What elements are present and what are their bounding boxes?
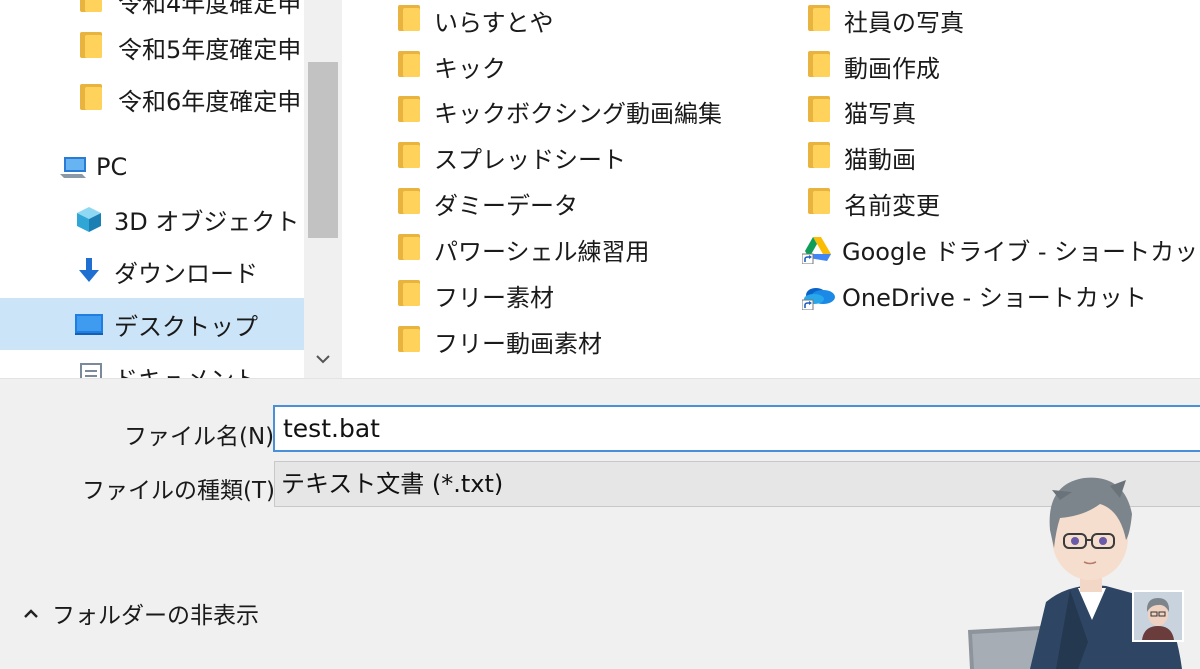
chevron-down-icon bbox=[315, 350, 331, 369]
file-list: いらすとや キック キックボクシング動画編集 スプレッドシート ダミーデータ パ… bbox=[342, 0, 1200, 378]
file-item-label: OneDrive - ショートカット bbox=[842, 283, 1147, 312]
file-item-label: いらすとや bbox=[434, 8, 554, 37]
folder-icon bbox=[394, 142, 424, 172]
pc-icon bbox=[58, 152, 88, 182]
download-icon bbox=[74, 256, 104, 286]
folder-icon bbox=[804, 188, 834, 218]
nav-item-reiwa5[interactable]: 令和5年度確定申 bbox=[0, 24, 304, 70]
file-item-dummy-data[interactable]: ダミーデータ bbox=[394, 183, 578, 223]
file-item-label: 名前変更 bbox=[844, 191, 940, 220]
file-item-label: パワーシェル練習用 bbox=[434, 237, 650, 266]
folder-icon bbox=[76, 0, 106, 16]
folder-icon bbox=[394, 234, 424, 264]
nav-item-3d-objects[interactable]: 3D オブジェクト bbox=[0, 196, 304, 242]
onedrive-shortcut-icon bbox=[801, 280, 835, 311]
file-item-spreadsheet[interactable]: スプレッドシート bbox=[394, 137, 626, 177]
file-item-label: 動画作成 bbox=[844, 54, 940, 83]
filename-label: ファイル名(N): bbox=[124, 424, 282, 450]
document-icon bbox=[78, 362, 104, 378]
file-item-label: ダミーデータ bbox=[434, 191, 578, 220]
folder-icon bbox=[394, 188, 424, 218]
nav-scrollbar-thumb[interactable] bbox=[308, 62, 338, 238]
browse-area: 令和4年度確定申 令和5年度確定申 令和6年度確定申 PC 3D オブジェクト … bbox=[0, 0, 1200, 378]
file-item-label: 社員の写真 bbox=[844, 8, 964, 37]
nav-item-documents[interactable]: ドキュメント bbox=[0, 354, 304, 378]
nav-item-label: 令和6年度確定申 bbox=[118, 87, 302, 116]
file-item-label: フリー動画素材 bbox=[434, 329, 602, 358]
folder-icon bbox=[394, 326, 424, 356]
file-item-powershell[interactable]: パワーシェル練習用 bbox=[394, 229, 650, 269]
3d-objects-icon bbox=[74, 204, 104, 234]
file-item-onedrive-shortcut[interactable]: OneDrive - ショートカット bbox=[801, 275, 1147, 315]
folder-icon bbox=[804, 51, 834, 81]
nav-item-label: 3D オブジェクト bbox=[114, 207, 300, 236]
scroll-down-button[interactable] bbox=[304, 344, 342, 374]
desktop-icon bbox=[74, 309, 104, 339]
file-item-label: スプレッドシート bbox=[434, 145, 626, 174]
navigation-pane: 令和4年度確定申 令和5年度確定申 令和6年度確定申 PC 3D オブジェクト … bbox=[0, 0, 342, 378]
nav-item-pc[interactable]: PC bbox=[0, 144, 304, 190]
file-item-kick[interactable]: キック bbox=[394, 46, 506, 86]
nav-item-reiwa4[interactable]: 令和4年度確定申 bbox=[0, 0, 304, 24]
nav-item-desktop[interactable]: デスクトップ bbox=[0, 298, 304, 350]
file-item-label: キックボクシング動画編集 bbox=[434, 99, 722, 128]
hide-folders-label: フォルダーの非表示 bbox=[52, 603, 259, 629]
nav-item-label: ドキュメント bbox=[114, 360, 258, 379]
file-item-free-material[interactable]: フリー素材 bbox=[394, 275, 554, 315]
folder-icon bbox=[394, 96, 424, 126]
nav-item-label: PC bbox=[96, 153, 128, 181]
nav-item-label: ダウンロード bbox=[114, 259, 258, 288]
filetype-label: ファイルの種類(T): bbox=[82, 478, 283, 504]
folder-icon bbox=[76, 84, 106, 114]
file-item-irasutoya[interactable]: いらすとや bbox=[394, 0, 554, 40]
file-item-staff-photos[interactable]: 社員の写真 bbox=[804, 0, 964, 40]
folder-icon bbox=[394, 280, 424, 310]
file-item-rename[interactable]: 名前変更 bbox=[804, 183, 940, 223]
folder-icon bbox=[394, 51, 424, 81]
file-item-label: 猫動画 bbox=[844, 145, 916, 174]
nav-item-label: デスクトップ bbox=[114, 312, 258, 341]
folder-icon bbox=[76, 32, 106, 62]
folder-icon bbox=[804, 96, 834, 126]
google-drive-shortcut-icon bbox=[801, 234, 832, 265]
hide-folders-button[interactable]: フォルダーの非表示 bbox=[18, 595, 259, 631]
folder-icon bbox=[804, 5, 834, 35]
nav-item-label: 令和5年度確定申 bbox=[118, 35, 302, 64]
nav-item-reiwa6[interactable]: 令和6年度確定申 bbox=[0, 76, 304, 122]
file-item-cat-photos[interactable]: 猫写真 bbox=[804, 91, 916, 131]
file-item-label: キック bbox=[434, 54, 506, 83]
file-item-label: Google ドライブ - ショートカット bbox=[842, 237, 1200, 266]
nav-scrollbar[interactable] bbox=[304, 0, 342, 378]
file-item-video-creation[interactable]: 動画作成 bbox=[804, 46, 940, 86]
file-item-kickboxing-video[interactable]: キックボクシング動画編集 bbox=[394, 91, 722, 131]
file-item-cat-videos[interactable]: 猫動画 bbox=[804, 137, 916, 177]
chevron-up-icon bbox=[18, 600, 44, 626]
file-item-label: 猫写真 bbox=[844, 99, 916, 128]
file-item-google-drive-shortcut[interactable]: Google ドライブ - ショートカット bbox=[801, 229, 1200, 269]
nav-item-label: 令和4年度確定申 bbox=[118, 0, 302, 18]
file-item-label: フリー素材 bbox=[434, 283, 554, 312]
folder-icon bbox=[804, 142, 834, 172]
nav-item-downloads[interactable]: ダウンロード bbox=[0, 248, 304, 294]
file-item-free-video-material[interactable]: フリー動画素材 bbox=[394, 321, 602, 361]
filename-input[interactable]: test.bat bbox=[273, 405, 1200, 452]
folder-icon bbox=[394, 5, 424, 35]
presenter-thumbnail bbox=[1132, 590, 1184, 642]
